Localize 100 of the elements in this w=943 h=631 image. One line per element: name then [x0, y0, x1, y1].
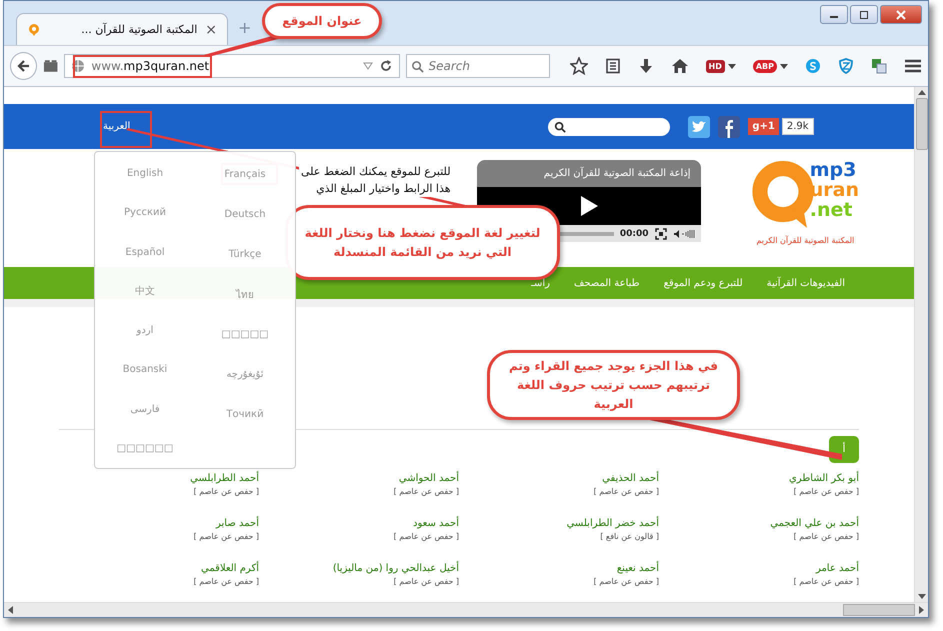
player-title: إذاعة المكتبة الصوتية للقرآن الكريم	[542, 166, 692, 181]
language-option[interactable]: □□□□□□	[116, 442, 174, 454]
reader-name-link[interactable]: أحمد سعود	[259, 518, 459, 529]
browser-tab[interactable]: المكتبة الصوتية للقرآن ... ×	[16, 13, 228, 45]
letter-tab[interactable]: أ	[829, 436, 859, 463]
scroll-down-icon[interactable]	[918, 594, 926, 599]
tab-title: المكتبة الصوتية للقرآن ...	[80, 23, 198, 36]
narration-text: [ حفص عن عاصم ]	[392, 577, 459, 586]
close-icon	[895, 10, 907, 20]
narration-text: [ حفص عن عاصم ]	[792, 532, 859, 541]
bird-icon[interactable]	[688, 116, 710, 138]
download-icon[interactable]	[638, 58, 654, 74]
close-button[interactable]	[880, 5, 922, 24]
reader-name-link[interactable]: أحمد عامر	[659, 563, 859, 574]
language-option[interactable]: فارسی	[130, 404, 160, 415]
menu-item[interactable]: راسـ	[531, 278, 550, 288]
language-option[interactable]: ئۇيغۇرچە	[226, 368, 264, 380]
reader-name-link[interactable]: أحمد الحواشي	[259, 473, 459, 484]
menu-item[interactable]: طباعة المصحف	[574, 278, 640, 288]
language-option[interactable]: Bosanski	[122, 364, 168, 376]
highlight-frame	[100, 111, 152, 148]
language-option[interactable]: Точикӣ	[226, 408, 264, 420]
shield-icon[interactable]	[838, 58, 854, 74]
volume-icon[interactable]	[672, 228, 697, 240]
home-icon[interactable]	[670, 58, 689, 74]
chat-icon[interactable]	[805, 58, 822, 74]
reader-name-link[interactable]: أحمد نعينع	[459, 563, 659, 574]
narration-text: [ حفص عن عاصم ]	[192, 532, 259, 541]
google-plus-button[interactable]: g+1	[748, 118, 779, 135]
fullscreen-icon[interactable]	[654, 228, 667, 240]
language-option[interactable]: ไทย	[236, 286, 254, 302]
narration-text: [ حفص عن عاصم ]	[792, 577, 859, 586]
search-field[interactable]: Search	[406, 54, 550, 78]
site-search-field[interactable]	[548, 118, 670, 136]
menu-icon[interactable]	[904, 59, 922, 73]
location-pin-icon	[27, 22, 41, 36]
reader-name-link[interactable]: أحمد الحذيفي	[459, 473, 659, 484]
narration-text: [ حفص عن عاصم ]	[592, 577, 659, 586]
translate-icon[interactable]	[871, 58, 888, 74]
language-option[interactable]: Русский	[124, 207, 166, 218]
narration-text: [ قالون عن نافع ]	[599, 532, 659, 541]
scrollbar-thumb[interactable]	[916, 98, 928, 150]
star-icon[interactable]	[570, 57, 588, 75]
narration-text: [ حفص عن عاصم ]	[192, 577, 259, 586]
adblock-addon-button[interactable]: ABP	[752, 60, 778, 72]
reading-list-icon[interactable]	[604, 58, 621, 74]
logo-text: .net	[810, 200, 854, 220]
language-link[interactable]: العربية	[103, 121, 130, 132]
reader-name-link[interactable]: أحمد بن علي العجمي	[659, 518, 859, 529]
logo-text: mp3	[810, 160, 858, 180]
back-arrow-icon	[16, 58, 32, 74]
new-tab-button[interactable]: +	[238, 18, 252, 37]
play-icon[interactable]	[578, 195, 599, 217]
callout-tooltip: في هذا الجزء يوجد جميع القراء وتم ترتيبهم حسب ترتيب حروف اللغة العربية	[487, 350, 740, 420]
scroll-up-icon[interactable]	[918, 90, 926, 95]
language-option[interactable]: Deutsch	[224, 208, 266, 220]
scroll-left-icon[interactable]	[8, 606, 13, 614]
reader-name-link[interactable]: أكرم العلاقمي	[59, 563, 259, 574]
search-icon	[410, 60, 424, 73]
narration-text: [ حفص عن عاصم ]	[392, 532, 459, 541]
language-option[interactable]: □□□□□	[221, 328, 269, 340]
share-count: 2.9k	[782, 118, 814, 135]
maximize-icon	[858, 10, 870, 18]
callout-tooltip: عنوان الموقع	[262, 3, 382, 39]
search-icon	[554, 120, 566, 132]
maximize-button[interactable]	[850, 5, 878, 24]
narration-text: [ حفص عن عاصم ]	[392, 487, 459, 496]
language-option[interactable]: Türkçe	[228, 248, 262, 260]
narration-text: [ حفص عن عاصم ]	[792, 487, 859, 496]
logo-tagline: المكتبة الصوتية للقرآن الكريم	[756, 236, 854, 245]
minimize-button[interactable]	[820, 5, 848, 24]
reader-name-link[interactable]: أخيل عبدالحي روا (من ماليزيا)	[259, 563, 459, 574]
back-button[interactable]	[10, 52, 37, 80]
language-option[interactable]: Español	[125, 246, 165, 258]
reader-name-link[interactable]: أحمد صابر	[59, 518, 259, 529]
address-bar[interactable]: www.mp3quran.net	[64, 54, 400, 78]
facebook-icon[interactable]	[718, 116, 740, 138]
reader-name-link[interactable]: أحمد الطرابلسي	[59, 473, 259, 484]
language-option[interactable]: اردو	[136, 325, 154, 336]
tab-close-button[interactable]: ×	[205, 22, 217, 38]
hd-addon-button[interactable]: HD	[706, 60, 725, 72]
vertical-scrollbar[interactable]	[914, 87, 928, 602]
caret-icon[interactable]	[780, 64, 788, 68]
language-option[interactable]: 中文	[135, 284, 155, 298]
reader-name-link[interactable]: أحمد خضر الطرابلسي	[459, 518, 659, 529]
horizontal-scrollbar[interactable]	[4, 602, 928, 617]
language-option[interactable]: Français	[224, 168, 266, 180]
scroll-right-icon[interactable]	[919, 606, 924, 614]
tab-groups-icon[interactable]	[43, 59, 58, 73]
dropdown-arrow-icon[interactable]	[362, 62, 373, 70]
globe-icon	[71, 59, 86, 73]
language-option[interactable]: English	[126, 168, 164, 180]
reader-name-link[interactable]: أبو بكر الشاطري	[659, 473, 859, 484]
scrollbar-thumb[interactable]	[843, 604, 915, 616]
caret-icon[interactable]	[728, 64, 736, 68]
narration-text: [ حفص عن عاصم ]	[192, 487, 259, 496]
menu-item[interactable]: للتبرع ودعم الموقع	[664, 278, 743, 288]
reload-icon[interactable]	[378, 59, 393, 73]
time-display: 00:00	[620, 228, 649, 238]
menu-item[interactable]: الفيديوهات القرآنية	[766, 278, 845, 288]
